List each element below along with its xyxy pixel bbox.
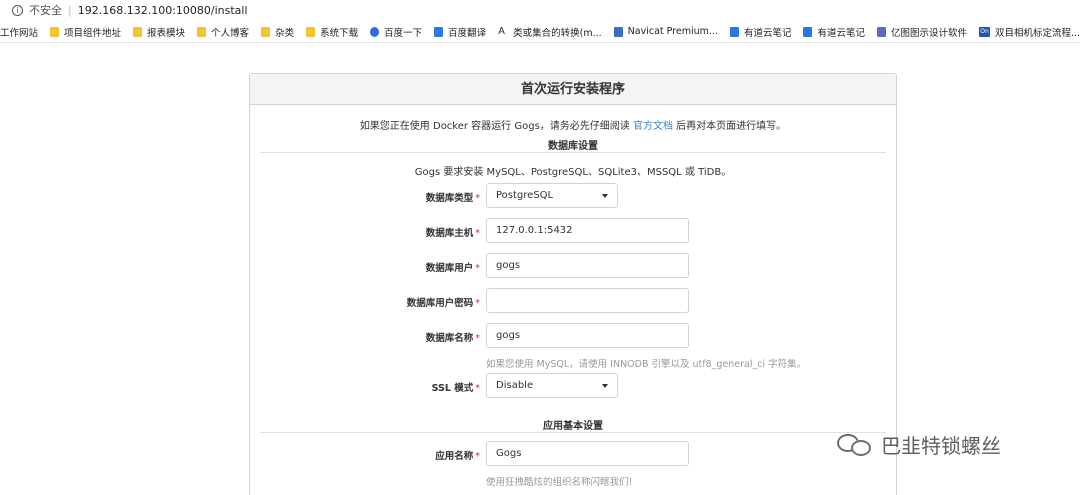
bookmark-item[interactable]: 有道云笔记 xyxy=(803,25,865,39)
bookmark-item[interactable]: On 双目相机标定流程... xyxy=(979,25,1080,39)
docs-link[interactable]: 官方文档 xyxy=(633,121,673,132)
bookmark-item[interactable]: 个人博客 xyxy=(197,25,249,39)
bookmark-item[interactable]: 百度一下 xyxy=(370,25,422,39)
db-section-title: 数据库设置 xyxy=(548,141,598,152)
install-panel: 首次运行安装程序 如果您正在使用 Docker 容器运行 Gogs，请务必先仔细… xyxy=(249,73,897,495)
bookmark-item[interactable]: Navicat Premium... xyxy=(613,26,718,37)
on-icon: On xyxy=(979,26,991,37)
bookmark-item[interactable]: 有道云笔记 xyxy=(729,25,791,39)
wechat-icon xyxy=(837,432,875,458)
page-title: 首次运行安装程序 xyxy=(250,74,896,105)
db-user-label: 数据库用户 * xyxy=(425,263,480,274)
db-password-label: 数据库用户密码 * xyxy=(406,298,480,309)
yitu-icon xyxy=(877,26,886,37)
app-name-label: 应用名称 * xyxy=(435,451,480,462)
watermark: 巴韭特锁螺丝 xyxy=(837,430,1001,459)
bookmark-item[interactable]: 百度翻译 xyxy=(434,25,486,39)
folder-icon xyxy=(197,26,207,37)
caret-down-icon xyxy=(602,194,608,198)
bookmark-item[interactable]: 报表模块 xyxy=(133,25,185,39)
note-icon xyxy=(803,26,813,37)
divider: | xyxy=(68,3,72,17)
db-type-select[interactable]: PostgreSQL xyxy=(486,183,618,208)
divider xyxy=(260,152,886,153)
baidu-icon xyxy=(370,26,380,37)
app-section-title: 应用基本设置 xyxy=(543,421,603,432)
app-name-help: 使用狂拽酷炫的组织名称闪瞎我们! xyxy=(486,477,633,488)
folder-icon xyxy=(261,26,271,37)
bookmark-item[interactable]: 工作网站 xyxy=(0,25,38,39)
folder-icon xyxy=(50,26,60,37)
translate-icon xyxy=(434,26,444,37)
db-user-input[interactable]: gogs xyxy=(486,253,689,278)
db-password-input[interactable] xyxy=(486,288,689,313)
caret-down-icon xyxy=(602,384,608,388)
navicat-icon xyxy=(613,26,623,37)
folder-icon xyxy=(306,26,316,37)
info-icon[interactable]: i xyxy=(12,4,23,16)
bookmark-item[interactable]: 杂类 xyxy=(261,25,294,39)
note-icon xyxy=(729,26,739,37)
ssl-mode-select[interactable]: Disable xyxy=(486,373,618,398)
db-type-label: 数据库类型 * xyxy=(425,193,480,204)
db-name-input[interactable]: gogs xyxy=(486,323,689,348)
db-name-help: 如果您使用 MySQL，请使用 INNODB 引擎以及 utf8_general… xyxy=(486,359,807,370)
db-host-label: 数据库主机 * xyxy=(425,228,480,239)
app-name-input[interactable]: Gogs xyxy=(486,441,689,466)
bookmarks-bar: 工作网站 项目组件地址 报表模块 个人博客 杂类 系统下载 百度一下 百度翻译 … xyxy=(0,21,1080,43)
db-description: Gogs 要求安装 MySQL、PostgreSQL、SQLite3、MSSQL… xyxy=(414,167,732,178)
bookmark-item[interactable]: 项目组件地址 xyxy=(50,25,121,39)
folder-icon xyxy=(133,26,143,37)
docker-notice: 如果您正在使用 Docker 容器运行 Gogs，请务必先仔细阅读 官方文档 后… xyxy=(359,121,787,132)
security-label: 不安全 xyxy=(29,4,62,17)
bookmark-item[interactable]: 亿图图示设计软件 xyxy=(877,25,967,39)
address-bar[interactable]: i 不安全 | 192.168.132.100:10080/install xyxy=(0,0,1080,20)
db-name-label: 数据库名称 * xyxy=(425,333,480,344)
bookmark-item[interactable]: A 类或集合的转换(m... xyxy=(498,25,602,39)
ssl-mode-label: SSL 模式 * xyxy=(431,383,480,394)
divider xyxy=(260,432,886,433)
url-text[interactable]: 192.168.132.100:10080/install xyxy=(78,4,248,17)
db-host-input[interactable]: 127.0.0.1:5432 xyxy=(486,218,689,243)
bookmark-item[interactable]: 系统下载 xyxy=(306,25,358,39)
a-icon: A xyxy=(498,25,505,37)
